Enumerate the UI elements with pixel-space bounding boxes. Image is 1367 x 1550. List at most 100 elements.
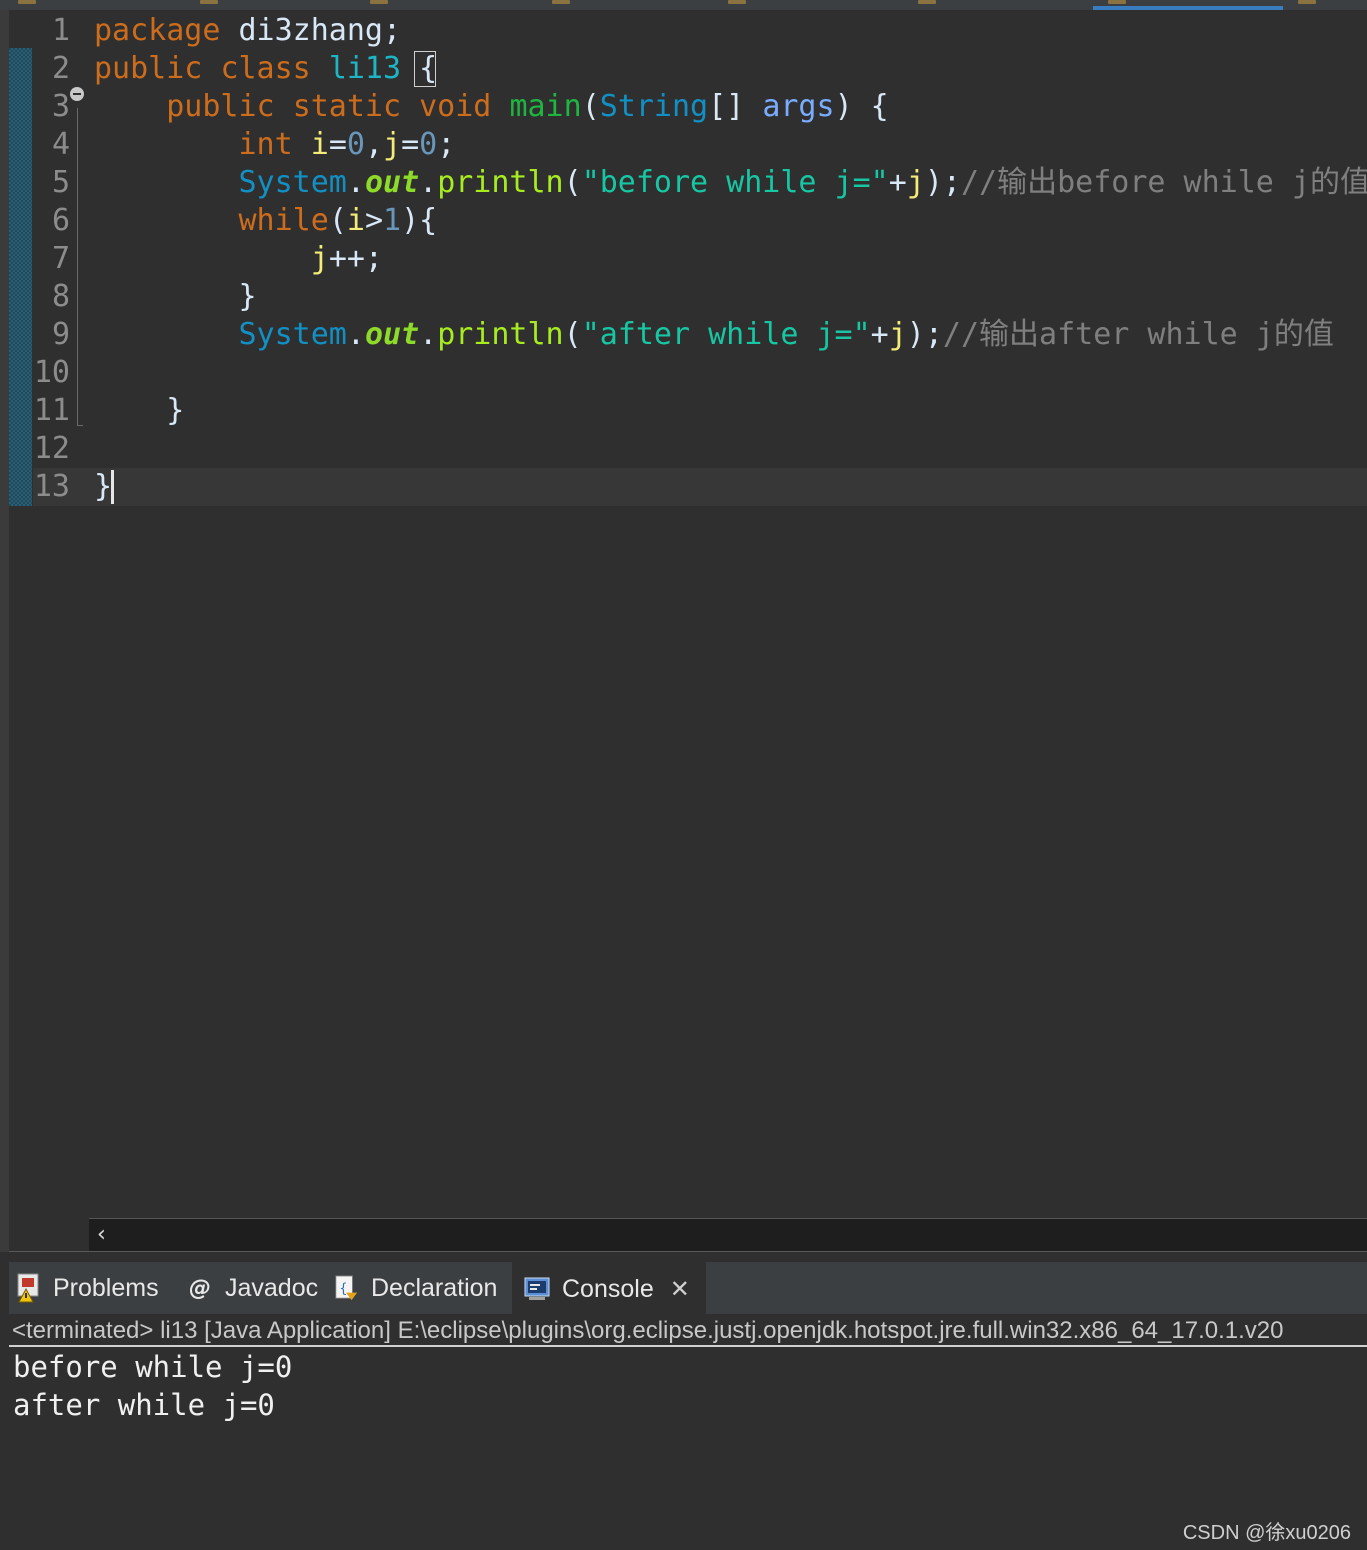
code-token: println	[437, 317, 564, 352]
line-number: 8	[51, 279, 70, 314]
code-token: public	[166, 89, 275, 124]
console-process-status: <terminated> li13 [Java Application] E:\…	[9, 1314, 1367, 1347]
quick-diff-ruler	[9, 48, 32, 506]
code-token: =	[328, 127, 347, 162]
console-output-line: before while j=0	[13, 1350, 293, 1384]
tab-declaration-label: Declaration	[371, 1273, 498, 1302]
editor-tab-icon[interactable]	[1108, 0, 1126, 4]
line-number: 4	[51, 127, 70, 162]
line-number: 12	[33, 431, 70, 466]
tab-javadoc[interactable]: @ Javadoc	[187, 1262, 318, 1314]
line-number: 9	[51, 317, 70, 352]
line-number: 1	[51, 13, 70, 48]
code-token: println	[437, 165, 564, 200]
editor-tab-icon[interactable]	[370, 0, 388, 4]
code-token: .	[346, 317, 365, 352]
collapse-icon[interactable]	[70, 87, 84, 101]
line-number: 7	[51, 241, 70, 276]
editor-tab-icon[interactable]	[552, 0, 570, 4]
code-text[interactable]: }	[94, 278, 257, 316]
declaration-icon: {	[333, 1274, 359, 1302]
console-output-line: after while j=0	[13, 1388, 275, 1422]
code-text[interactable]: public class li13 {	[94, 50, 437, 88]
fold-range-line	[77, 108, 78, 426]
fold-range-end	[77, 425, 83, 426]
tab-declaration[interactable]: { Declaration	[333, 1262, 497, 1314]
code-text[interactable]: System.out.println("after while j="+j);/…	[94, 316, 1334, 354]
editor-tab-icon[interactable]	[18, 0, 36, 4]
editor-tab-icon[interactable]	[1298, 0, 1316, 4]
tab-problems[interactable]: Problems	[15, 1262, 159, 1314]
code-token: System	[238, 317, 347, 352]
code-token: >	[364, 203, 383, 238]
code-token: (	[563, 317, 582, 352]
code-token: .	[346, 165, 365, 200]
code-token: (	[581, 89, 600, 124]
code-token: static	[292, 89, 402, 124]
code-text[interactable]: while(i>1){	[94, 202, 438, 240]
scroll-left-arrow-icon[interactable]: ‹	[97, 1223, 106, 1247]
code-token: di3zhang;	[220, 13, 402, 48]
code-token: .	[419, 165, 438, 200]
line-number: 3	[51, 89, 70, 124]
code-text[interactable]: j++;	[94, 240, 383, 278]
code-token: i	[310, 127, 329, 162]
code-token: li13	[328, 51, 402, 86]
code-token: package	[94, 13, 221, 48]
code-token: ;	[437, 127, 456, 162]
code-text[interactable]: package di3zhang;	[94, 12, 401, 50]
code-token: //输出before while j的值	[960, 165, 1367, 200]
code-token: (	[563, 165, 582, 200]
code-text[interactable]: int i=0,j=0;	[94, 126, 456, 164]
code-text[interactable]: }	[94, 392, 184, 430]
editor-tab-icon[interactable]	[200, 0, 218, 4]
tab-console[interactable]: Console ✕	[512, 1262, 706, 1314]
line-number: 5	[51, 165, 70, 200]
line-number: 13	[33, 469, 70, 504]
code-token: //输出after while j的值	[942, 317, 1334, 352]
code-token: {	[401, 51, 438, 86]
code-token: 1	[383, 203, 402, 238]
code-token: out	[364, 317, 420, 352]
code-text[interactable]: }	[94, 468, 112, 506]
current-line-highlight	[33, 468, 1367, 506]
close-icon[interactable]: ✕	[670, 1275, 690, 1303]
panel-tab-bar: Problems @ Javadoc { Declaration Console…	[9, 1262, 1367, 1314]
code-token: j	[383, 127, 402, 162]
code-text[interactable]: System.out.println("before while j="+j);…	[94, 164, 1367, 202]
code-token: args	[762, 89, 835, 124]
editor-tab-strip[interactable]	[0, 0, 1367, 10]
code-token: .	[419, 317, 438, 352]
problems-icon	[15, 1273, 41, 1303]
code-token: j	[906, 165, 925, 200]
code-token: =	[401, 127, 420, 162]
line-number: 6	[51, 203, 70, 238]
editor-tab-icon[interactable]	[728, 0, 746, 4]
code-token: class	[220, 51, 311, 86]
at-icon: @	[189, 1275, 211, 1301]
code-token: []	[708, 89, 763, 124]
tab-console-label: Console	[562, 1274, 654, 1303]
code-token: out	[364, 165, 420, 200]
editor-tab-icon[interactable]	[918, 0, 936, 4]
code-token: public	[94, 51, 203, 86]
code-token: ) {	[834, 89, 889, 124]
code-token: void	[419, 89, 492, 124]
horizontal-scrollbar[interactable]: ‹	[89, 1218, 1367, 1251]
tab-problems-label: Problems	[53, 1273, 159, 1302]
code-token: }	[94, 279, 257, 314]
code-token: while	[238, 203, 329, 238]
code-token: +	[888, 165, 907, 200]
code-text[interactable]: public static void main(String[] args) {	[94, 88, 889, 126]
code-token: ,	[364, 127, 383, 162]
text-caret	[111, 470, 114, 504]
code-token: ){	[401, 203, 438, 238]
